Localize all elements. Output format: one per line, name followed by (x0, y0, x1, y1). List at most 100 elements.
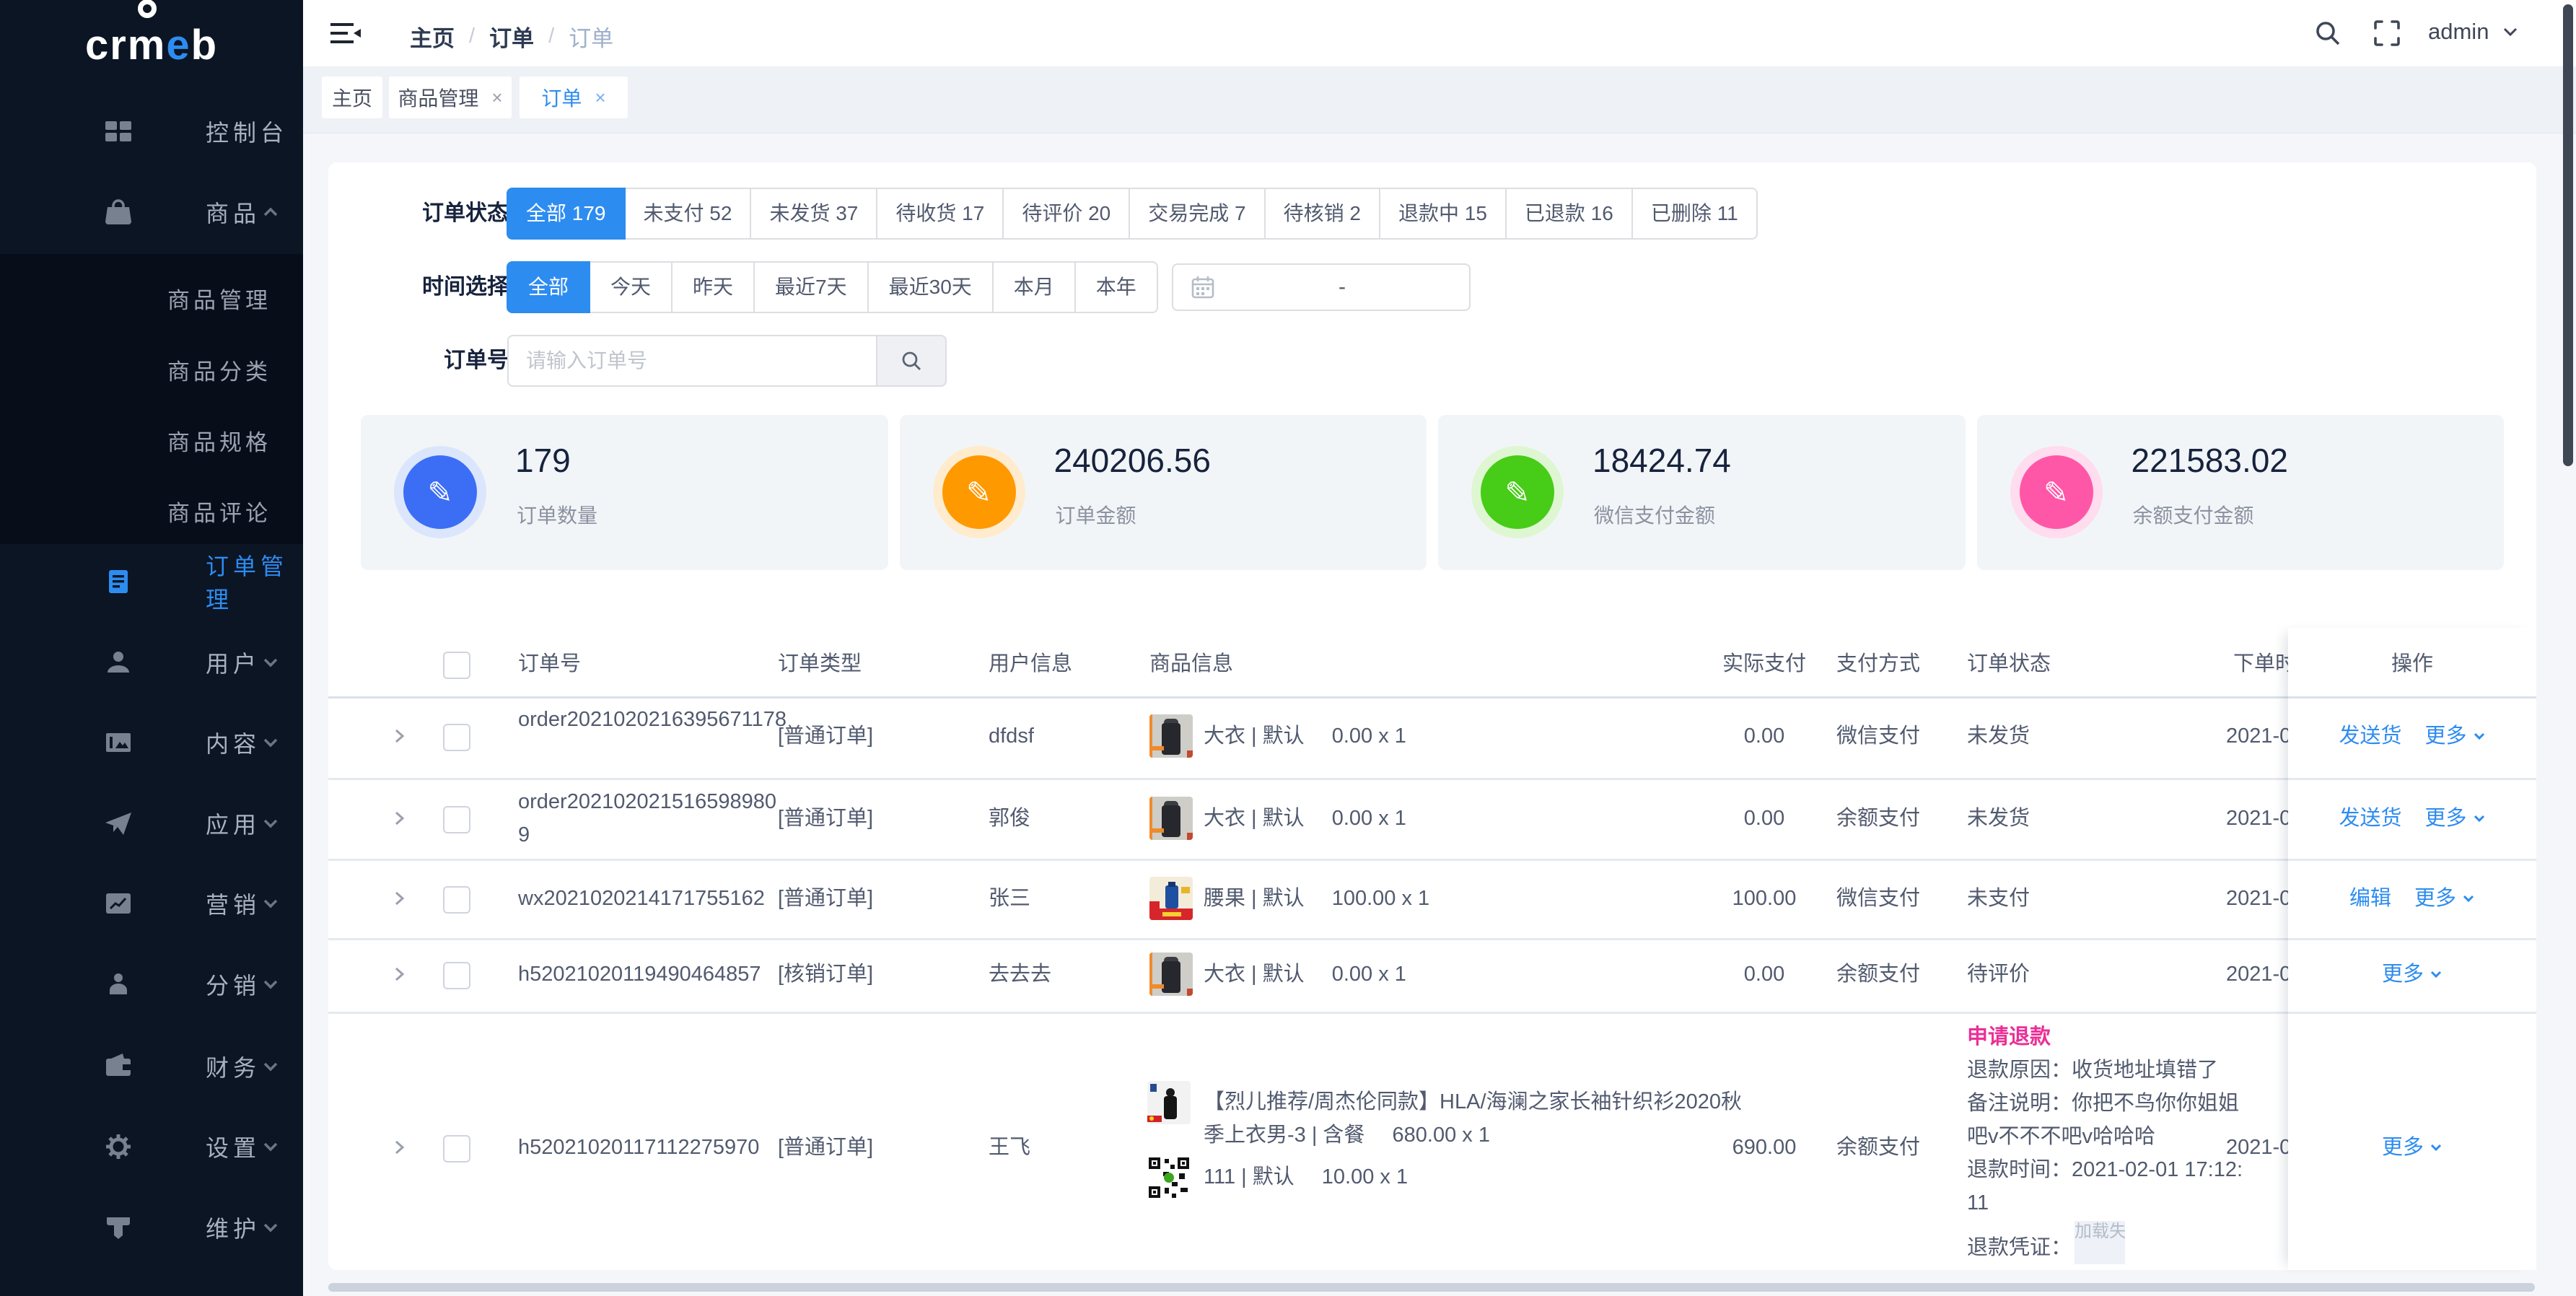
order-search-button[interactable] (876, 335, 947, 387)
product-thumbnail (1149, 797, 1193, 840)
status-filter-button[interactable]: 退款中 15 (1379, 188, 1507, 240)
refund-voucher-row: 退款凭证： 加载失败 (1967, 1220, 2125, 1264)
status-filter-button[interactable]: 未发货 37 (750, 188, 877, 240)
row-checkbox[interactable] (443, 962, 470, 989)
sidebar-item-goods-manage[interactable]: 商品管理 (0, 263, 303, 333)
search-icon[interactable] (2313, 19, 2342, 48)
expand-row-icon[interactable] (388, 807, 410, 829)
row-checkbox[interactable] (443, 1135, 470, 1163)
sidebar-item-distribution[interactable]: 分销 (0, 948, 303, 1020)
time-filter-button[interactable]: 最近7天 (753, 261, 869, 313)
time-filter-button[interactable]: 本月 (992, 261, 1076, 313)
sidebar-item-label: 应用 (206, 807, 260, 840)
row-actions: 发送货 更多 (2288, 802, 2536, 834)
sidebar-item-order-manage[interactable]: 订单管理 (0, 546, 303, 618)
expand-row-icon[interactable] (388, 1137, 410, 1158)
orders-table: 订单号 订单类型 用户信息 商品信息 实际支付 支付方式 订单状态 下单时间 o… (328, 628, 2536, 1270)
sidebar-item-content[interactable]: 内容 (0, 706, 303, 779)
product-line: 大衣 | 默认 0.00 x 1 (1204, 802, 1406, 834)
more-link[interactable]: 更多 (2414, 883, 2475, 914)
chevron-down-icon (2430, 968, 2443, 981)
sidebar-item-dashboard[interactable]: 控制台 (0, 95, 303, 167)
refund-voucher-label: 退款凭证： (1967, 1231, 2072, 1264)
sidebar-item-finance[interactable]: 财务 (0, 1030, 303, 1103)
time-filter-button[interactable]: 全部 (507, 261, 590, 313)
order-no: order2021020215165989809 (518, 785, 788, 851)
tab-goods-manage[interactable]: 商品管理 × (389, 76, 512, 118)
row-checkbox[interactable] (443, 724, 470, 751)
sidebar-item-app[interactable]: 应用 (0, 787, 303, 859)
username: admin (2428, 19, 2489, 45)
product-qty: 0.00 x 1 (1332, 963, 1406, 986)
product-qty: 0.00 x 1 (1332, 724, 1406, 748)
expand-row-icon[interactable] (388, 888, 410, 909)
more-link[interactable]: 更多 (2425, 720, 2486, 752)
sidebar-item-label: 分销 (206, 968, 260, 1001)
wechat-pay-stat-icon: ✎ (1481, 455, 1554, 529)
status-filter-button[interactable]: 未支付 52 (624, 188, 752, 240)
horizontal-scrollbar[interactable] (328, 1283, 2535, 1292)
vertical-scrollbar[interactable] (2563, 4, 2573, 466)
tab-label: 订单 (541, 83, 582, 112)
status-filter-button[interactable]: 已退款 16 (1505, 188, 1633, 240)
select-all-checkbox[interactable] (443, 652, 470, 679)
more-link[interactable]: 更多 (2425, 802, 2486, 834)
tab-label: 主页 (332, 83, 372, 112)
sidebar-item-user[interactable]: 用户 (0, 626, 303, 699)
breadcrumb-home[interactable]: 主页 (410, 20, 455, 53)
tab-order[interactable]: 订单 × (520, 76, 628, 118)
expand-row-icon[interactable] (388, 963, 410, 985)
user-menu[interactable]: admin (2428, 19, 2520, 45)
dashboard-icon (102, 115, 134, 147)
sidebar-item-goods[interactable]: 商品 (0, 176, 303, 248)
send-goods-link[interactable]: 发送货 (2339, 802, 2401, 834)
order-no-input[interactable] (507, 335, 877, 387)
row-checkbox[interactable] (443, 806, 470, 833)
product-name: 大衣 | 默认 (1204, 963, 1305, 986)
fullscreen-icon[interactable] (2373, 19, 2401, 48)
logo-text: b (191, 21, 218, 69)
close-icon[interactable]: × (491, 87, 502, 109)
edit-link[interactable]: 编辑 (2349, 883, 2391, 914)
expand-row-icon[interactable] (388, 725, 410, 747)
order-type: [普通订单] (778, 1131, 873, 1163)
status-filter-button[interactable]: 待评价 20 (1002, 188, 1130, 240)
search-icon (899, 349, 924, 373)
sidebar-item-goods-spec[interactable]: 商品规格 (0, 405, 303, 476)
status-filter-button[interactable]: 待核销 2 (1264, 188, 1380, 240)
send-goods-link[interactable]: 发送货 (2339, 720, 2401, 752)
time-filter-button[interactable]: 昨天 (671, 261, 755, 313)
status-filter-button[interactable]: 全部 179 (507, 188, 626, 240)
chevron-down-icon (261, 894, 280, 913)
order-status-refund: 申请退款 (1967, 1021, 2051, 1053)
time-filter-button[interactable]: 本年 (1074, 261, 1158, 313)
stats-row: ✎ 179 订单数量 ✎ 240206.56 订单金额 ✎ 18424.74 微… (361, 415, 2504, 570)
time-filter-button[interactable]: 今天 (589, 261, 673, 313)
product-thumbnail (1149, 953, 1193, 996)
status-filter-button[interactable]: 已删除 11 (1631, 188, 1758, 240)
sidebar-item-goods-comment[interactable]: 商品评论 (0, 476, 303, 546)
close-icon[interactable]: × (595, 87, 605, 109)
sidebar-item-settings[interactable]: 设置 (0, 1111, 303, 1183)
status-filter-button[interactable]: 交易完成 7 (1129, 188, 1265, 240)
sidebar-item-marketing[interactable]: 营销 (0, 867, 303, 940)
product-qty: 0.00 x 1 (1332, 807, 1406, 830)
status-filter-button[interactable]: 待收货 17 (876, 188, 1004, 240)
more-link[interactable]: 更多 (2382, 958, 2443, 990)
more-link[interactable]: 更多 (2382, 1131, 2443, 1163)
time-filter-button[interactable]: 最近30天 (867, 261, 994, 313)
product-qty: 10.00 x 1 (1322, 1165, 1408, 1188)
breadcrumb-separator: / (469, 25, 475, 48)
product-thumbnail-qr (1147, 1156, 1191, 1199)
product-name: 腰果 | 默认 (1204, 887, 1305, 910)
breadcrumb-order[interactable]: 订单 (489, 20, 534, 53)
stat-label: 订单数量 (517, 500, 597, 529)
tab-home[interactable]: 主页 (322, 76, 382, 118)
menu-fold-icon[interactable] (329, 19, 362, 48)
sidebar-item-maintenance[interactable]: 维护 (0, 1191, 303, 1264)
product-name: 季上衣男-3 | 含餐 (1204, 1124, 1364, 1147)
sidebar-item-goods-category[interactable]: 商品分类 (0, 334, 303, 405)
date-range-picker[interactable]: - (1172, 263, 1471, 311)
row-checkbox[interactable] (443, 886, 470, 914)
app-logo[interactable]: crmeb (0, 16, 303, 74)
